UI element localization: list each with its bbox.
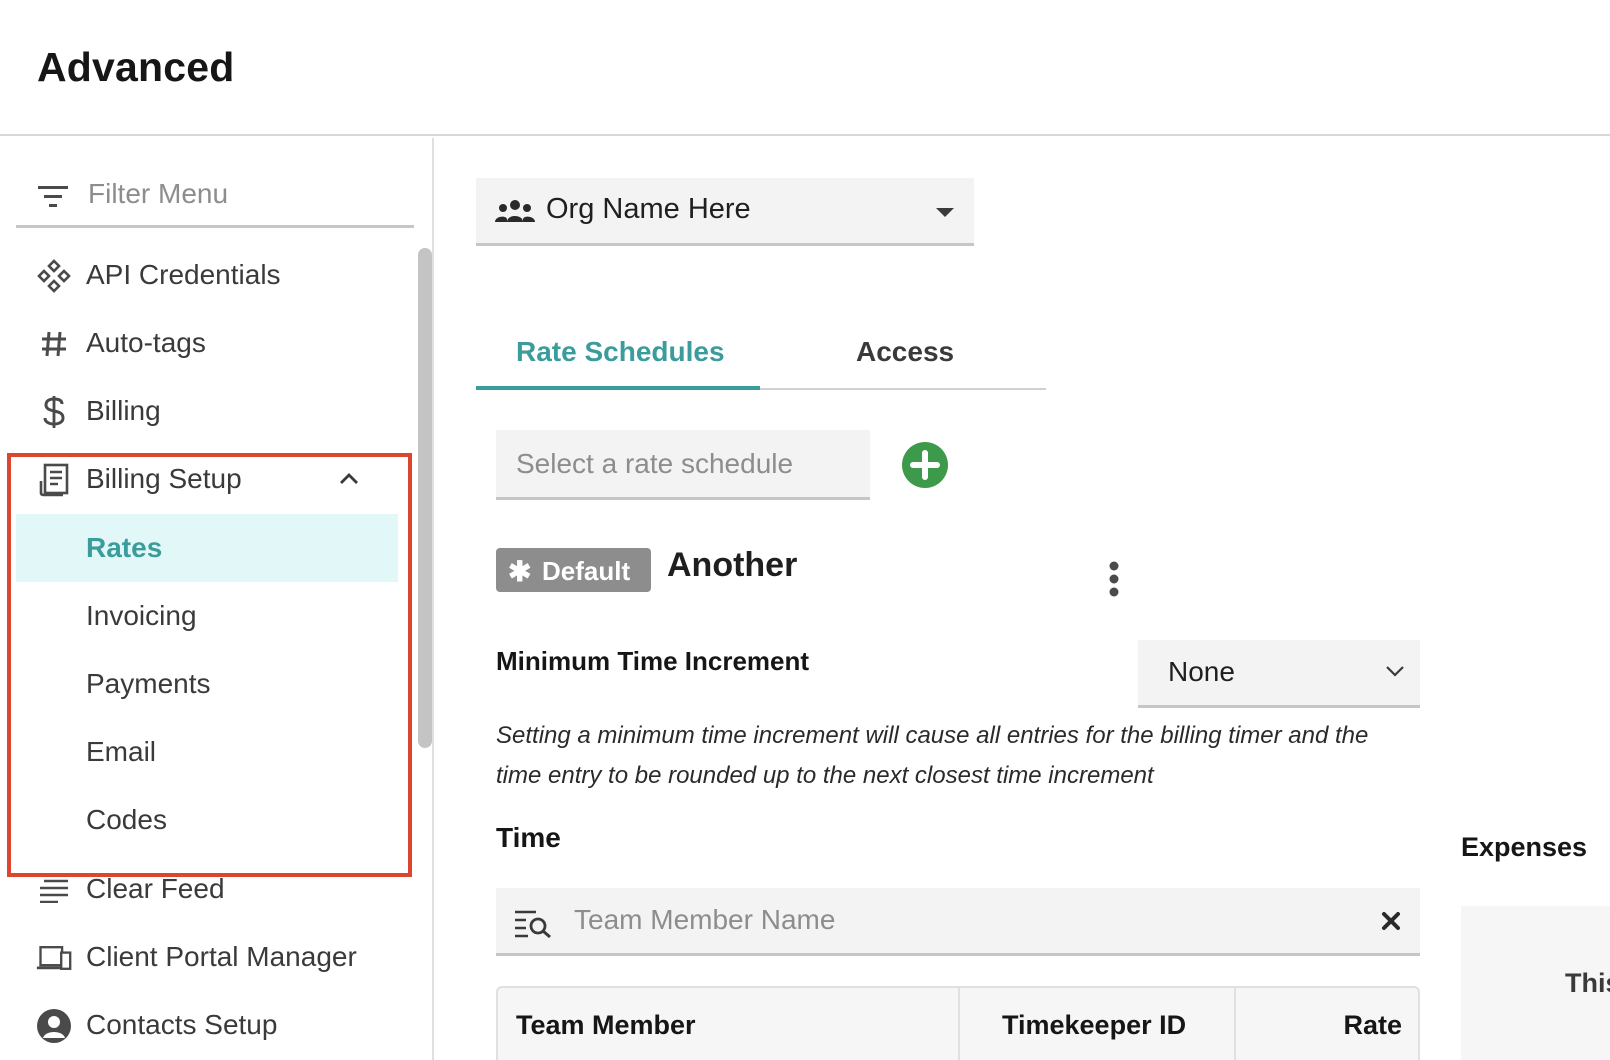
more-options-icon[interactable] (1100, 560, 1128, 602)
org-select[interactable]: Org Name Here (476, 178, 974, 246)
sidebar-item-api-credentials[interactable]: API Credentials (16, 242, 400, 308)
group-icon (495, 200, 535, 222)
expenses-section-title: Expenses (1461, 832, 1588, 862)
expenses-panel-text: This (1565, 968, 1610, 998)
sidebar-subitem-label: Invoicing (86, 600, 197, 631)
min-time-increment-label: Minimum Time Increment (496, 646, 810, 676)
sidebar-item-label: Contacts Setup (86, 1009, 278, 1040)
hashtag-icon (36, 326, 72, 362)
team-rates-table: Team Member Timekeeper ID Rate (496, 986, 1420, 1060)
sidebar-item-label: Auto-tags (86, 327, 206, 358)
sidebar-item-label: API Credentials (86, 259, 281, 290)
rate-schedule-name: Another (667, 546, 798, 584)
sidebar-item-clear-feed[interactable]: Clear Feed (16, 856, 400, 922)
rate-schedule-placeholder: Select a rate schedule (516, 448, 794, 479)
feed-icon (36, 872, 72, 908)
sidebar-subitem-codes[interactable]: Codes (16, 786, 398, 854)
sidebar-subitem-label: Payments (86, 668, 211, 699)
filter-menu-input[interactable]: Filter Menu (16, 162, 414, 228)
filter-menu-placeholder: Filter Menu (88, 178, 229, 209)
devices-icon (36, 940, 72, 976)
default-badge-label: Default (542, 556, 631, 586)
sidebar-item-client-portal-manager[interactable]: Client Portal Manager (16, 924, 400, 990)
min-time-increment-value: None (1168, 656, 1235, 687)
column-header-timekeeper-id[interactable]: Timekeeper ID (960, 988, 1236, 1060)
clear-icon[interactable] (1380, 910, 1402, 932)
tab-bar: Rate Schedules Access (476, 332, 1046, 390)
person-icon (36, 1008, 72, 1044)
time-section-title: Time (496, 822, 561, 853)
sidebar: Filter Menu API Credentials Auto-tags Bi… (0, 138, 434, 1060)
add-rate-schedule-button[interactable] (901, 441, 949, 489)
sidebar-subitem-rates[interactable]: Rates (16, 514, 398, 582)
sidebar-item-auto-tags[interactable]: Auto-tags (16, 310, 400, 376)
chevron-down-icon (1386, 666, 1404, 677)
tab-label: Rate Schedules (516, 336, 725, 367)
tab-label: Access (856, 336, 955, 367)
sidebar-item-billing-setup[interactable]: Billing Setup (16, 446, 400, 512)
min-time-increment-help: Setting a minimum time increment will ca… (496, 722, 1369, 789)
caret-down-icon (936, 208, 954, 217)
default-badge: ✱ Default (496, 548, 651, 592)
team-member-search-placeholder: Team Member Name (574, 904, 836, 935)
org-select-value: Org Name Here (546, 193, 751, 225)
column-header-team-member[interactable]: Team Member (498, 988, 960, 1060)
sidebar-item-label: Client Portal Manager (86, 941, 357, 972)
sidebar-subitem-label: Rates (86, 532, 163, 563)
expenses-panel: This (1461, 906, 1610, 1060)
team-member-search-input[interactable]: Team Member Name (496, 888, 1420, 956)
advanced-settings-page: Advanced Filter Menu API Credentials Aut… (0, 0, 1610, 1060)
sidebar-item-label: Clear Feed (86, 873, 225, 904)
column-header-label: Timekeeper ID (1002, 1010, 1187, 1040)
sidebar-item-label: Billing Setup (86, 463, 242, 494)
dollar-icon (36, 394, 72, 430)
sidebar-item-billing[interactable]: Billing (16, 378, 400, 444)
column-header-rate[interactable]: Rate (1236, 988, 1420, 1060)
page-title: Advanced (37, 44, 235, 90)
min-time-increment-select[interactable]: None (1138, 640, 1420, 708)
list-search-icon (515, 910, 551, 938)
sidebar-item-contacts-setup[interactable]: Contacts Setup (16, 992, 400, 1058)
page-header: Advanced (0, 0, 1610, 136)
sidebar-subitem-label: Codes (86, 804, 167, 835)
rate-schedule-select[interactable]: Select a rate schedule (496, 430, 870, 500)
column-header-label: Rate (1343, 1010, 1402, 1040)
asterisk-icon: ✱ (508, 556, 532, 587)
column-header-label: Team Member (516, 1010, 696, 1040)
filter-icon (38, 186, 68, 207)
chevron-up-icon[interactable] (338, 470, 360, 486)
receipt-icon (36, 462, 72, 498)
sidebar-item-label: Billing (86, 395, 161, 426)
api-credentials-icon (36, 258, 72, 294)
sidebar-subitem-label: Email (86, 736, 157, 767)
sidebar-subitem-email[interactable]: Email (16, 718, 398, 786)
sidebar-subitem-invoicing[interactable]: Invoicing (16, 582, 398, 650)
sidebar-scrollbar[interactable] (418, 248, 432, 748)
sidebar-subitem-payments[interactable]: Payments (16, 650, 398, 718)
tab-rate-schedules[interactable]: Rate Schedules (476, 332, 760, 390)
